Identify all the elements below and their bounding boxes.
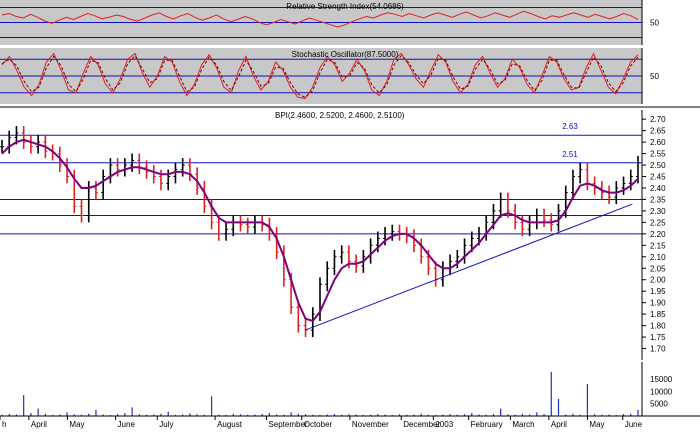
x-tick-label: October — [304, 420, 333, 429]
x-tick-label: April — [31, 420, 47, 429]
price-ytick-label-15: 2.45 — [650, 173, 666, 182]
price-ytick-label-4: 1.90 — [650, 299, 666, 308]
stoch-tick-label: 50 — [650, 72, 659, 81]
price-ytick-label-0: 1.70 — [650, 345, 666, 354]
price-ytick-label-12: 2.30 — [650, 207, 666, 216]
price-ytick-label-3: 1.85 — [650, 310, 666, 319]
price-ytick-label-9: 2.15 — [650, 241, 666, 250]
x-tick-label: June — [625, 420, 643, 429]
price-ytick-label-1: 1.75 — [650, 333, 666, 342]
price-level-label-0: 2.63 — [562, 122, 578, 131]
volume-tick-label-1: 10000 — [650, 387, 673, 396]
volume-tick-label-0: 5000 — [650, 400, 668, 409]
price-ytick-label-14: 2.40 — [650, 184, 666, 193]
chart-window: Relative Strength Index(54.0686) 50 Stocha… — [0, 0, 700, 430]
x-tick-label: November — [352, 420, 389, 429]
rsi-title: Relative Strength Index(54.0686) — [286, 2, 404, 11]
x-tick-label: March — [512, 420, 534, 429]
x-tick-label: h — [2, 420, 6, 429]
x-tick-label: September — [268, 420, 307, 429]
price-ytick-label-19: 2.65 — [650, 127, 666, 136]
price-ytick-label-6: 2.00 — [650, 276, 666, 285]
price-ytick-label-13: 2.35 — [650, 195, 666, 204]
rsi-tick-label: 50 — [650, 19, 659, 28]
x-tick-label: June — [118, 420, 136, 429]
price-ytick-label-5: 1.95 — [650, 287, 666, 296]
price-ytick-label-18: 2.60 — [650, 138, 666, 147]
price-ytick-label-7: 2.05 — [650, 264, 666, 273]
x-tick-label: August — [217, 420, 243, 429]
stoch-title: Stochastic Oscillator(87.5000) — [292, 50, 399, 59]
price-ytick-label-10: 2.20 — [650, 230, 666, 239]
price-ytick-label-17: 2.55 — [650, 150, 666, 159]
x-tick-label: May — [69, 420, 84, 429]
x-tick-label: April — [551, 420, 567, 429]
x-tick-label: February — [471, 420, 503, 429]
volume-tick-label-2: 15000 — [650, 375, 673, 384]
panel-4-background — [0, 362, 642, 416]
price-ytick-label-8: 2.10 — [650, 253, 666, 262]
price-ytick-label-2: 1.80 — [650, 322, 666, 331]
panel-3-background — [0, 110, 642, 360]
price-ytick-label-11: 2.25 — [650, 218, 666, 227]
price-level-label-1: 2.51 — [562, 150, 578, 159]
price-ytick-label-16: 2.50 — [650, 161, 666, 170]
price-ytick-label-20: 2.70 — [650, 115, 666, 124]
x-tick-label: July — [159, 420, 173, 429]
x-tick-label: 2003 — [435, 420, 453, 429]
price-title: BPI(2.4600, 2.5200, 2.4600, 2.5100) — [275, 111, 405, 120]
chart-canvas: Relative Strength Index(54.0686) 50 Stocha… — [0, 0, 700, 429]
x-tick-label: May — [589, 420, 604, 429]
